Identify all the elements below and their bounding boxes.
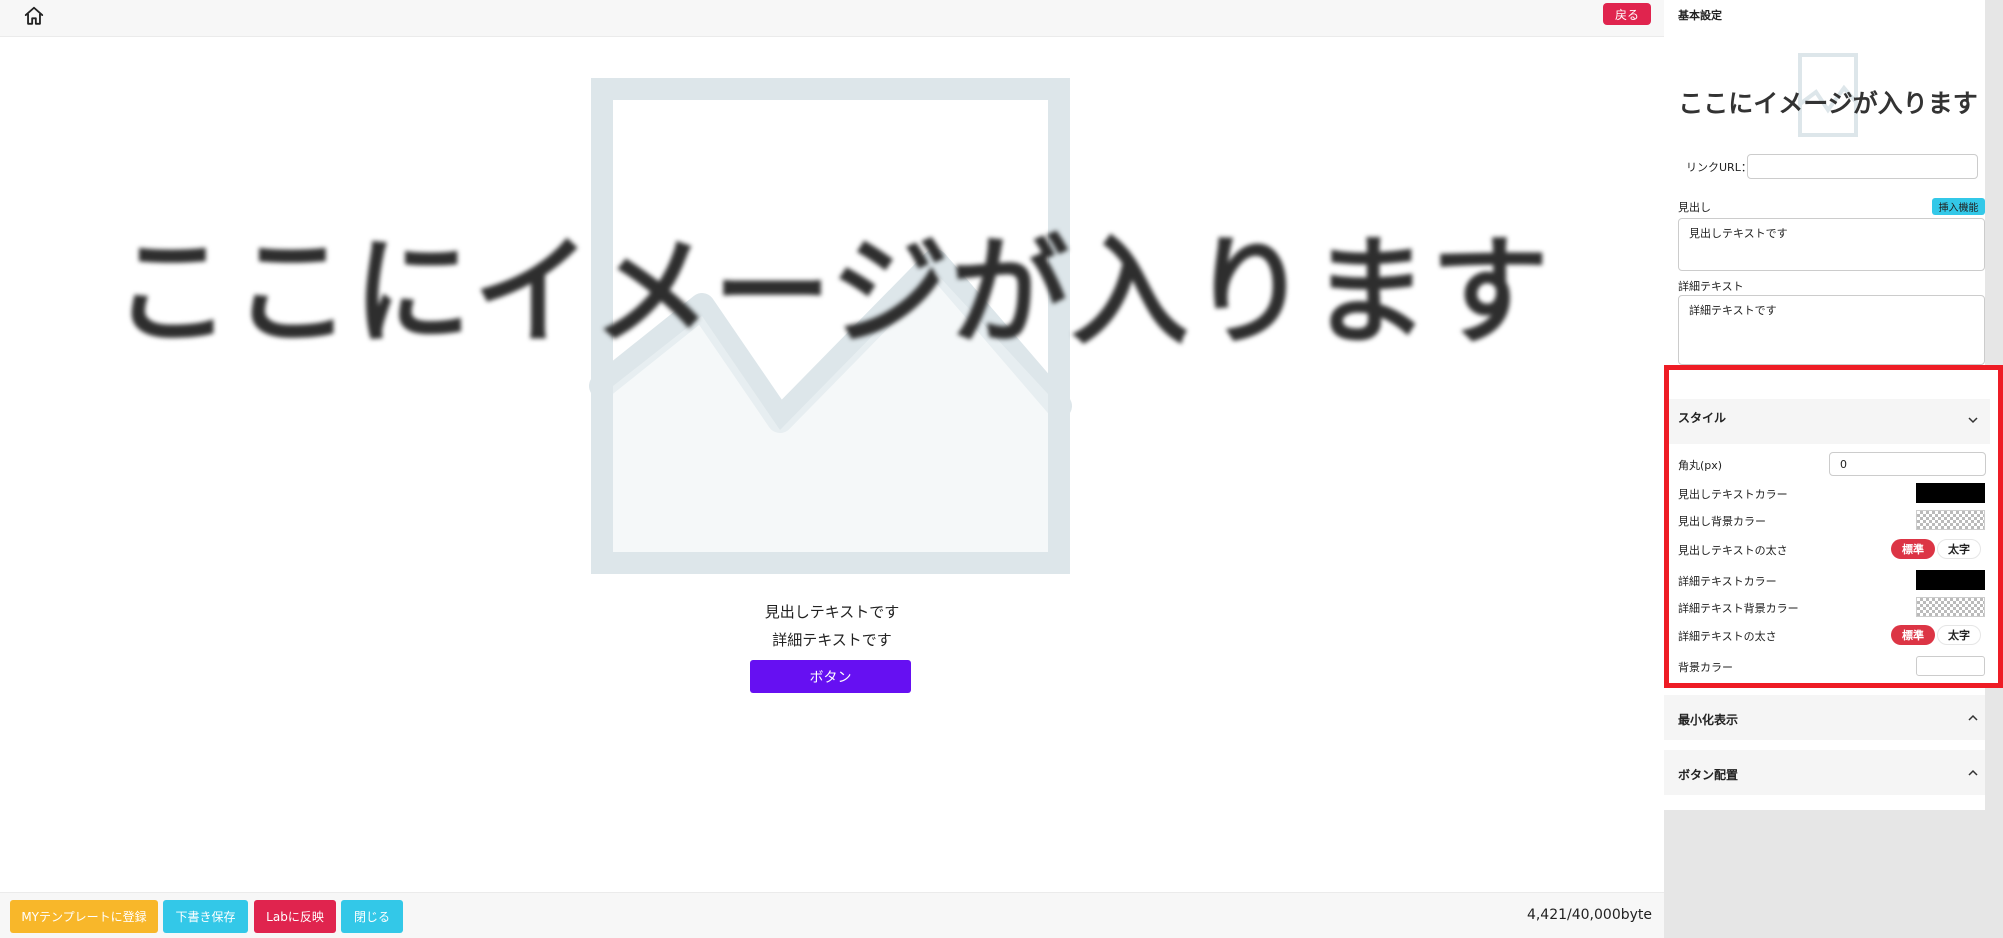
- insert-function-button[interactable]: 挿入機能: [1932, 198, 1985, 215]
- basic-settings-title: 基本設定: [1678, 9, 1722, 22]
- chevron-up-icon: [1968, 769, 1978, 776]
- link-url-input[interactable]: [1747, 154, 1978, 179]
- heading-weight-label: 見出しテキストの太さ: [1678, 544, 1788, 557]
- apply-to-lab-button[interactable]: Labに反映: [254, 900, 336, 933]
- detail-weight-normal-button[interactable]: 標準: [1891, 625, 1935, 645]
- heading-text-color-swatch[interactable]: [1916, 483, 1985, 503]
- heading-bg-color-swatch[interactable]: [1916, 510, 1985, 530]
- style-section: スタイル 角丸(px) 0 見出しテキストカラー 見出し背景カラー 見出しテキス…: [1664, 365, 2003, 688]
- heading-text-color-label: 見出しテキストカラー: [1678, 488, 1788, 501]
- detail-bg-color-swatch[interactable]: [1916, 597, 1985, 617]
- preview-button[interactable]: ボタン: [750, 660, 911, 693]
- style-section-header[interactable]: スタイル: [1669, 399, 1990, 444]
- byte-counter: 4,421/40,000byte: [1526, 907, 1652, 923]
- thumbnail-placeholder-text: ここにイメージが入ります: [1678, 89, 1978, 118]
- back-button[interactable]: 戻る: [1603, 3, 1651, 25]
- minimize-display-title: 最小化表示: [1678, 713, 1739, 727]
- bg-color-label: 背景カラー: [1678, 661, 1733, 674]
- detail-bg-color-label: 詳細テキスト背景カラー: [1678, 602, 1799, 615]
- style-title: スタイル: [1678, 411, 1727, 425]
- bg-color-swatch[interactable]: [1916, 656, 1985, 676]
- chevron-up-icon: [1968, 714, 1978, 721]
- settings-panel: 基本設定 ここにイメージが入ります リンクURL： 見出し 挿入機能 見出しテキ…: [1664, 0, 2003, 938]
- minimize-display-section[interactable]: 最小化表示: [1664, 695, 1985, 740]
- button-layout-section[interactable]: ボタン配置: [1664, 750, 1985, 795]
- detail-textarea[interactable]: 詳細テキストです: [1678, 295, 1985, 365]
- image-thumbnail[interactable]: ここにイメージが入ります: [1678, 44, 1978, 154]
- heading-textarea[interactable]: 見出しテキストです: [1678, 218, 1985, 271]
- heading-weight-bold-button[interactable]: 太字: [1937, 539, 1981, 559]
- register-my-template-button[interactable]: MYテンプレートに登録: [10, 900, 158, 933]
- chevron-down-icon: [1968, 417, 1978, 424]
- radius-label: 角丸(px): [1678, 459, 1723, 472]
- radius-input[interactable]: 0: [1829, 452, 1986, 476]
- top-bar: 戻る: [0, 0, 1664, 37]
- preview-detail-text[interactable]: 詳細テキストです: [0, 629, 1664, 650]
- editor-area: 戻る ここにイメージが入ります 見出しテキストです 詳細テキストです ボタン M…: [0, 0, 1664, 938]
- detail-weight-bold-button[interactable]: 太字: [1937, 625, 1981, 645]
- detail-text-color-label: 詳細テキストカラー: [1678, 575, 1777, 588]
- save-draft-button[interactable]: 下書き保存: [163, 900, 248, 933]
- detail-text-color-swatch[interactable]: [1916, 570, 1985, 590]
- bottom-bar: MYテンプレートに登録 下書き保存 Labに反映 閉じる 4,421/40,00…: [0, 892, 1664, 938]
- image-placeholder-text: ここにイメージが入ります: [113, 223, 1551, 361]
- button-layout-title: ボタン配置: [1678, 768, 1739, 782]
- link-url-label: リンクURL：: [1686, 161, 1752, 174]
- home-icon[interactable]: [23, 5, 45, 27]
- heading-weight-normal-button[interactable]: 標準: [1891, 539, 1935, 559]
- heading-bg-color-label: 見出し背景カラー: [1678, 515, 1766, 528]
- detail-text-label: 詳細テキスト: [1678, 280, 1744, 293]
- heading-label: 見出し: [1678, 201, 1711, 214]
- detail-weight-label: 詳細テキストの太さ: [1678, 630, 1777, 643]
- preview-heading-text[interactable]: 見出しテキストです: [0, 601, 1664, 622]
- close-button[interactable]: 閉じる: [341, 900, 403, 933]
- preview-image-placeholder[interactable]: ここにイメージが入ります: [0, 38, 1664, 586]
